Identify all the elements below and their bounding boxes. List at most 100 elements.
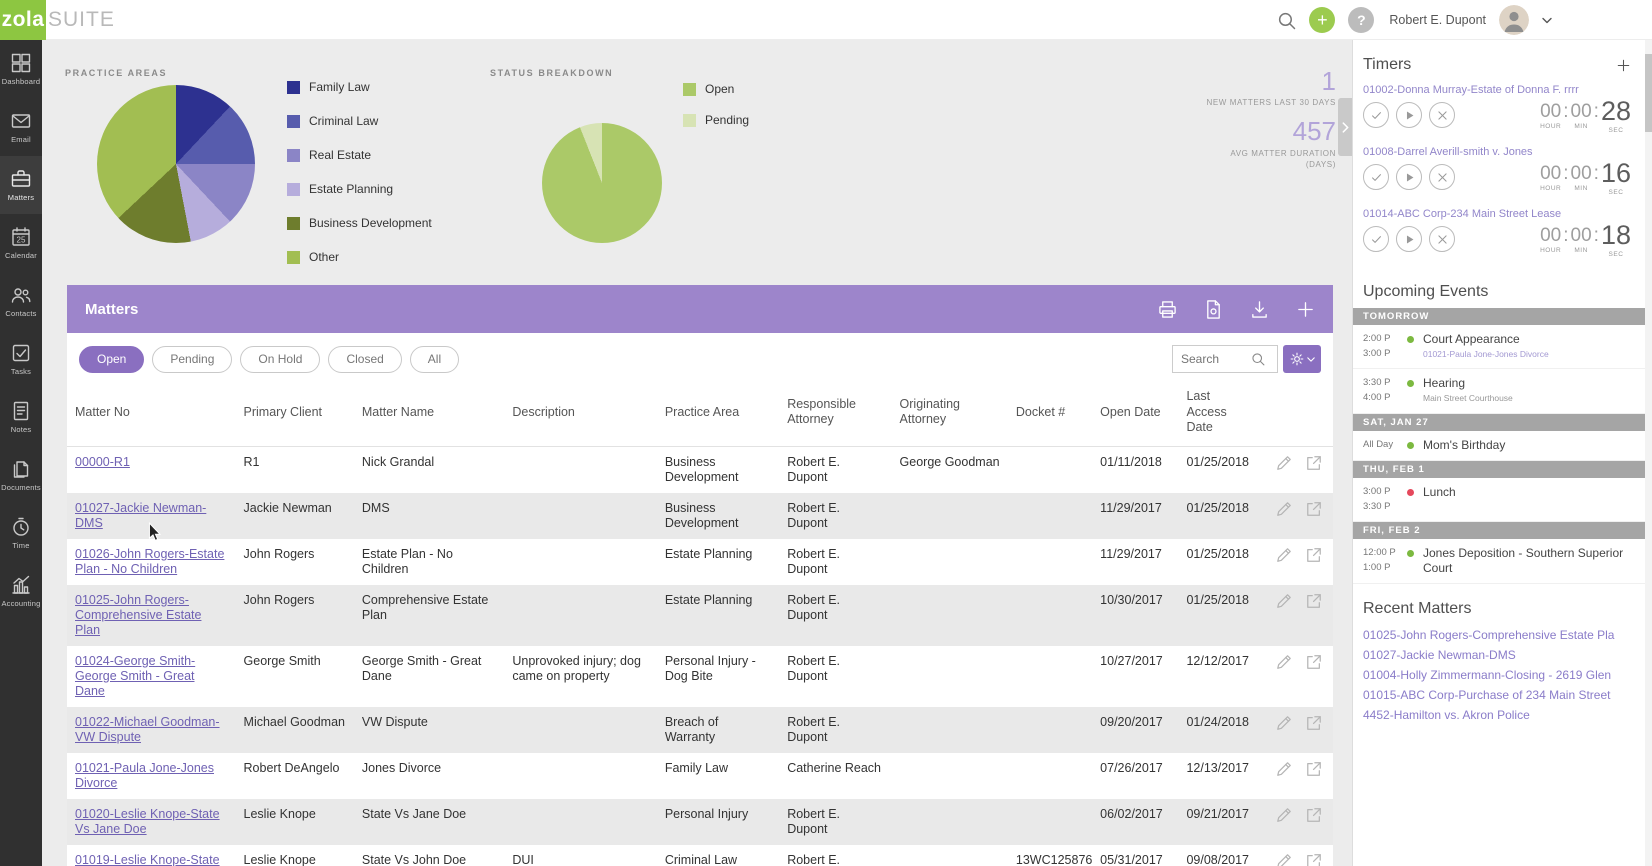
search-input[interactable]	[1173, 352, 1251, 366]
matter-link[interactable]: 01020-Leslie Knope-State Vs Jane Doe	[75, 807, 220, 836]
sidebar-item-email[interactable]: Email	[0, 98, 42, 156]
col-responsible-attorney[interactable]: Responsible Attorney	[779, 383, 892, 447]
open-external-icon[interactable]	[1306, 715, 1322, 731]
timer-complete-button[interactable]	[1363, 226, 1389, 252]
col-last-access-date[interactable]: Last Access Date	[1178, 383, 1257, 447]
quick-add-button[interactable]: +	[1309, 7, 1336, 33]
edit-pencil-icon[interactable]	[1276, 455, 1292, 471]
filter-closed[interactable]: Closed	[328, 345, 402, 373]
avatar[interactable]	[1499, 5, 1529, 35]
chevron-down-icon[interactable]	[1542, 17, 1552, 24]
table-row[interactable]: 00000-R1 R1 Nick Grandal Business Develo…	[67, 446, 1333, 493]
add-timer-button[interactable]	[1616, 58, 1631, 73]
timer-discard-button[interactable]	[1429, 102, 1455, 128]
col-practice-area[interactable]: Practice Area	[656, 383, 780, 447]
filter-open[interactable]: Open	[79, 345, 145, 373]
sidebar-item-time[interactable]: Time	[0, 504, 42, 562]
timer-matter-link[interactable]: 01008-Darrel Averill-smith v. Jones	[1363, 146, 1635, 158]
col-matter-no[interactable]: Matter No	[67, 383, 236, 447]
event-item[interactable]: 12:00 P 1:00 P Jones Deposition - Southe…	[1353, 539, 1645, 585]
table-row[interactable]: 01026-John Rogers-Estate Plan - No Child…	[67, 539, 1333, 585]
matter-link[interactable]: 01019-Leslie Knope-State Vs John Doe	[75, 853, 220, 866]
open-external-icon[interactable]	[1306, 547, 1322, 563]
table-row[interactable]: 01019-Leslie Knope-State Vs John Doe Les…	[67, 845, 1333, 866]
recent-matter-link[interactable]: 01015-ABC Corp-Purchase of 234 Main Stre…	[1353, 685, 1645, 705]
sidebar-item-notes[interactable]: Notes	[0, 388, 42, 446]
matter-link[interactable]: 01027-Jackie Newman-DMS	[75, 501, 206, 530]
search-icon[interactable]	[1251, 352, 1265, 366]
app-logo[interactable]: zola SUITE	[0, 0, 115, 40]
timer-play-button[interactable]	[1396, 164, 1422, 190]
print-icon[interactable]	[1158, 300, 1177, 319]
event-item[interactable]: 2:00 P 3:00 P Court Appearance 01021-Pau…	[1353, 325, 1645, 370]
sidebar-item-dashboard[interactable]: Dashboard	[0, 40, 42, 98]
scrollbar[interactable]	[1645, 40, 1652, 866]
matter-link[interactable]: 01021-Paula Jone-Jones Divorce	[75, 761, 214, 790]
sidebar-item-tasks[interactable]: Tasks	[0, 330, 42, 388]
timer-matter-link[interactable]: 01002-Donna Murray-Estate of Donna F. rr…	[1363, 84, 1635, 96]
filter-all[interactable]: All	[409, 345, 460, 373]
open-external-icon[interactable]	[1306, 501, 1322, 517]
matter-link[interactable]: 01026-John Rogers-Estate Plan - No Child…	[75, 547, 224, 576]
col-description[interactable]: Description	[504, 383, 657, 447]
filter-pending[interactable]: Pending	[152, 345, 233, 373]
col-originating-attorney[interactable]: Originating Attorney	[891, 383, 1008, 447]
recent-matter-link[interactable]: 01027-Jackie Newman-DMS	[1353, 645, 1645, 665]
col-docket-[interactable]: Docket #	[1007, 383, 1093, 447]
timer-play-button[interactable]	[1396, 102, 1422, 128]
edit-pencil-icon[interactable]	[1276, 593, 1292, 609]
recent-matter-link[interactable]: 4452-Hamilton vs. Akron Police	[1353, 705, 1645, 725]
timer-play-button[interactable]	[1396, 226, 1422, 252]
table-row[interactable]: 01027-Jackie Newman-DMS Jackie Newman DM…	[67, 492, 1333, 539]
filter-on-hold[interactable]: On Hold	[240, 345, 321, 373]
matter-link[interactable]: 01024-George Smith-George Smith - Great …	[75, 654, 195, 698]
edit-pencil-icon[interactable]	[1276, 547, 1292, 563]
col-open-date[interactable]: Open Date	[1092, 383, 1179, 447]
open-external-icon[interactable]	[1306, 807, 1322, 823]
sidebar-item-documents[interactable]: Documents	[0, 446, 42, 504]
matter-link[interactable]: 01025-John Rogers-Comprehensive Estate P…	[75, 593, 201, 637]
col-matter-name[interactable]: Matter Name	[353, 383, 505, 447]
table-row[interactable]: 01021-Paula Jone-Jones Divorce Robert De…	[67, 753, 1333, 799]
table-row[interactable]: 01025-John Rogers-Comprehensive Estate P…	[67, 584, 1333, 646]
event-item[interactable]: All Day Mom's Birthday	[1353, 431, 1645, 461]
edit-pencil-icon[interactable]	[1276, 807, 1292, 823]
doc-export-icon[interactable]	[1204, 299, 1223, 319]
edit-pencil-icon[interactable]	[1276, 853, 1292, 866]
timer-matter-link[interactable]: 01014-ABC Corp-234 Main Street Lease	[1363, 208, 1635, 220]
open-external-icon[interactable]	[1306, 654, 1322, 670]
timer-complete-button[interactable]	[1363, 164, 1389, 190]
collapse-panel-button[interactable]	[1338, 98, 1352, 156]
timer-discard-button[interactable]	[1429, 164, 1455, 190]
event-item[interactable]: 3:30 P 4:00 P Hearing Main Street Courth…	[1353, 369, 1645, 414]
open-external-icon[interactable]	[1306, 761, 1322, 777]
matter-link[interactable]: 00000-R1	[75, 455, 130, 469]
edit-pencil-icon[interactable]	[1276, 761, 1292, 777]
table-row[interactable]: 01022-Michael Goodman-VW Dispute Michael…	[67, 706, 1333, 753]
user-name[interactable]: Robert E. Dupont	[1389, 13, 1486, 27]
sidebar-item-calendar[interactable]: 25 Calendar	[0, 214, 42, 272]
open-external-icon[interactable]	[1306, 593, 1322, 609]
edit-pencil-icon[interactable]	[1276, 654, 1292, 670]
recent-matter-link[interactable]: 01025-John Rogers-Comprehensive Estate P…	[1353, 625, 1645, 645]
scrollbar-thumb[interactable]	[1645, 54, 1652, 132]
event-item[interactable]: 3:00 P 3:30 P Lunch	[1353, 478, 1645, 523]
add-icon[interactable]	[1296, 300, 1315, 319]
search-icon[interactable]	[1277, 11, 1296, 30]
timer-complete-button[interactable]	[1363, 102, 1389, 128]
edit-pencil-icon[interactable]	[1276, 501, 1292, 517]
col-primary-client[interactable]: Primary Client	[235, 383, 354, 447]
matter-link[interactable]: 01022-Michael Goodman-VW Dispute	[75, 715, 220, 744]
sidebar-item-matters[interactable]: Matters	[0, 156, 42, 214]
help-button[interactable]: ?	[1348, 7, 1375, 33]
timer-discard-button[interactable]	[1429, 226, 1455, 252]
sidebar-item-accounting[interactable]: Accounting	[0, 562, 42, 620]
open-external-icon[interactable]	[1306, 853, 1322, 866]
open-external-icon[interactable]	[1306, 455, 1322, 471]
download-icon[interactable]	[1250, 300, 1269, 319]
table-row[interactable]: 01020-Leslie Knope-State Vs Jane Doe Les…	[67, 798, 1333, 845]
recent-matter-link[interactable]: 01004-Holly Zimmermann-Closing - 2619 Gl…	[1353, 665, 1645, 685]
sidebar-item-contacts[interactable]: Contacts	[0, 272, 42, 330]
table-row[interactable]: 01024-George Smith-George Smith - Great …	[67, 646, 1333, 707]
search-settings-button[interactable]	[1283, 345, 1321, 373]
